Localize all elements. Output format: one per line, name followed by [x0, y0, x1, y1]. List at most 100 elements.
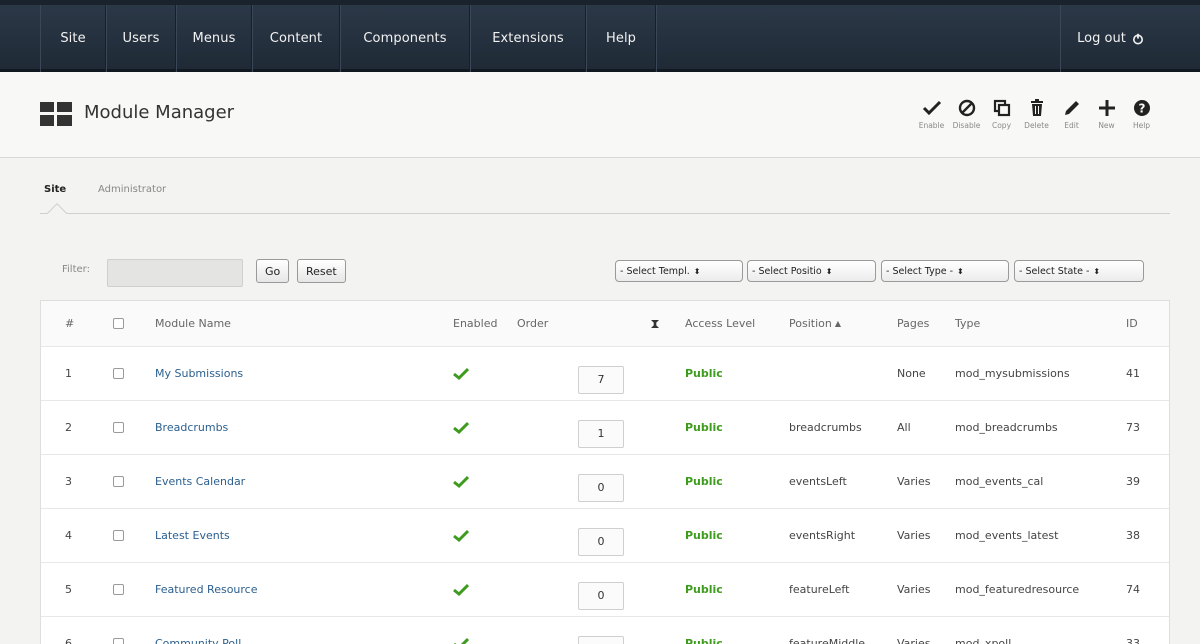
table-row: 5 Featured Resource 0 Public featureLeft… [41, 563, 1169, 617]
nav-item-site[interactable]: Site [40, 5, 106, 72]
col-type-header[interactable]: Type [955, 301, 980, 346]
order-input[interactable]: 0 [578, 581, 624, 610]
help-button[interactable]: ? Help [1124, 98, 1159, 130]
select-position-dropdown[interactable]: - Select Positio ⬍ [747, 260, 876, 282]
order-cell: 0 [578, 563, 624, 616]
order-input[interactable]: 0 [578, 527, 624, 556]
position-value: eventsRight [789, 529, 856, 542]
row-checkbox[interactable] [113, 476, 124, 487]
enabled-toggle[interactable] [453, 563, 469, 616]
col-name-header[interactable]: Module Name [155, 301, 231, 346]
row-checkbox[interactable] [113, 422, 124, 433]
table-row: 2 Breadcrumbs 1 Public breadcrumbs All m… [41, 401, 1169, 455]
access-level-link[interactable]: Public [685, 347, 723, 400]
position-value: featureLeft [789, 583, 850, 596]
module-name-link[interactable]: Events Calendar [155, 455, 245, 508]
order-input[interactable]: 1 [578, 419, 624, 448]
nav-item-extensions[interactable]: Extensions [470, 5, 586, 72]
disable-icon [958, 99, 975, 117]
select-type-value: - Select Type - [886, 265, 954, 277]
module-name-link[interactable]: Latest Events [155, 509, 230, 562]
enabled-check-icon [453, 583, 469, 596]
enabled-check-icon [453, 421, 469, 434]
col-position-header[interactable]: Position ▲ [789, 301, 841, 346]
order-input[interactable]: 0 [578, 473, 624, 502]
nav-item-content[interactable]: Content [252, 5, 340, 72]
enabled-toggle[interactable] [453, 509, 469, 562]
enabled-toggle[interactable] [453, 401, 469, 454]
nav-item-users[interactable]: Users [106, 5, 176, 72]
col-pages-header[interactable]: Pages [897, 301, 929, 346]
row-num: 3 [65, 475, 72, 488]
order-input[interactable]: 0 [578, 635, 624, 644]
select-template-dropdown[interactable]: - Select Templ. ⬍ [615, 260, 743, 282]
table-row: 3 Events Calendar 0 Public eventsLeft Va… [41, 455, 1169, 509]
type-value: mod_featuredresource [955, 583, 1080, 596]
select-arrow-icon: ⬍ [957, 266, 964, 276]
nav-item-components[interactable]: Components [340, 5, 470, 72]
sort-asc-icon: ▲ [834, 319, 841, 328]
nav-item-help[interactable]: Help [586, 5, 656, 72]
select-state-dropdown[interactable]: - Select State - ⬍ [1014, 260, 1144, 282]
col-checkout-header[interactable] [649, 301, 661, 346]
enabled-toggle[interactable] [453, 347, 469, 400]
delete-button[interactable]: Delete [1019, 98, 1054, 130]
go-button[interactable]: Go [256, 259, 290, 283]
access-level-link[interactable]: Public [685, 401, 723, 454]
select-all-checkbox-cell [113, 301, 124, 346]
edit-button[interactable]: Edit [1054, 98, 1089, 130]
tab-administrator[interactable]: Administrator [98, 184, 166, 195]
module-name-link[interactable]: Community Poll [155, 617, 241, 644]
delete-label: Delete [1024, 121, 1049, 130]
order-cell: 7 [578, 347, 624, 400]
reset-button[interactable]: Reset [297, 259, 346, 283]
col-position-label: Position [789, 317, 832, 330]
access-level-link[interactable]: Public [685, 617, 723, 644]
col-id-header[interactable]: ID [1126, 301, 1138, 346]
row-checkbox[interactable] [113, 638, 124, 644]
access-level-link[interactable]: Public [685, 455, 723, 508]
enabled-check-icon [453, 475, 469, 488]
select-type-dropdown[interactable]: - Select Type - ⬍ [881, 260, 1009, 282]
power-icon [1132, 33, 1143, 44]
access-level-link[interactable]: Public [685, 509, 723, 562]
order-cell: 1 [578, 401, 624, 454]
filter-input[interactable] [107, 259, 243, 287]
col-num-header: # [65, 317, 75, 330]
enabled-toggle[interactable] [453, 617, 469, 644]
module-name-link[interactable]: Featured Resource [155, 563, 258, 616]
nav-item-menus[interactable]: Menus [176, 5, 252, 72]
col-enabled-header[interactable]: Enabled [453, 301, 497, 346]
row-checkbox[interactable] [113, 530, 124, 541]
row-checkbox-cell [113, 455, 124, 508]
disable-button[interactable]: Disable [949, 98, 984, 130]
top-navigation-bar: Site Users Menus Content Components Exte… [0, 0, 1200, 72]
id-value: 73 [1126, 421, 1140, 434]
col-order-header[interactable]: Order [517, 301, 548, 346]
table-row: 6 Community Poll 0 Public featureMiddle … [41, 617, 1169, 644]
trash-icon [1030, 99, 1043, 116]
help-icon: ? [1133, 100, 1150, 116]
order-cell: 0 [578, 509, 624, 562]
row-checkbox[interactable] [113, 368, 124, 379]
logout-button[interactable]: Log out [1060, 5, 1160, 72]
enabled-toggle[interactable] [453, 455, 469, 508]
row-num: 2 [65, 421, 72, 434]
enable-button[interactable]: Enable [914, 98, 949, 130]
access-level-link[interactable]: Public [685, 563, 723, 616]
active-tab-indicator [47, 203, 67, 223]
select-all-checkbox[interactable] [113, 318, 124, 329]
copy-button[interactable]: Copy [984, 98, 1019, 130]
tab-site[interactable]: Site [44, 184, 66, 195]
row-checkbox-cell [113, 347, 124, 400]
module-name-link[interactable]: My Submissions [155, 347, 243, 400]
new-button[interactable]: New [1089, 98, 1124, 130]
select-arrow-icon: ⬍ [693, 266, 701, 276]
module-name-link[interactable]: Breadcrumbs [155, 401, 228, 454]
row-checkbox[interactable] [113, 584, 124, 595]
col-access-header[interactable]: Access Level [685, 301, 755, 346]
row-checkbox-cell [113, 617, 124, 644]
order-input[interactable]: 7 [578, 365, 624, 394]
help-label: Help [1132, 121, 1151, 130]
table-row: 1 My Submissions 7 Public None mod_mysub… [41, 347, 1169, 401]
